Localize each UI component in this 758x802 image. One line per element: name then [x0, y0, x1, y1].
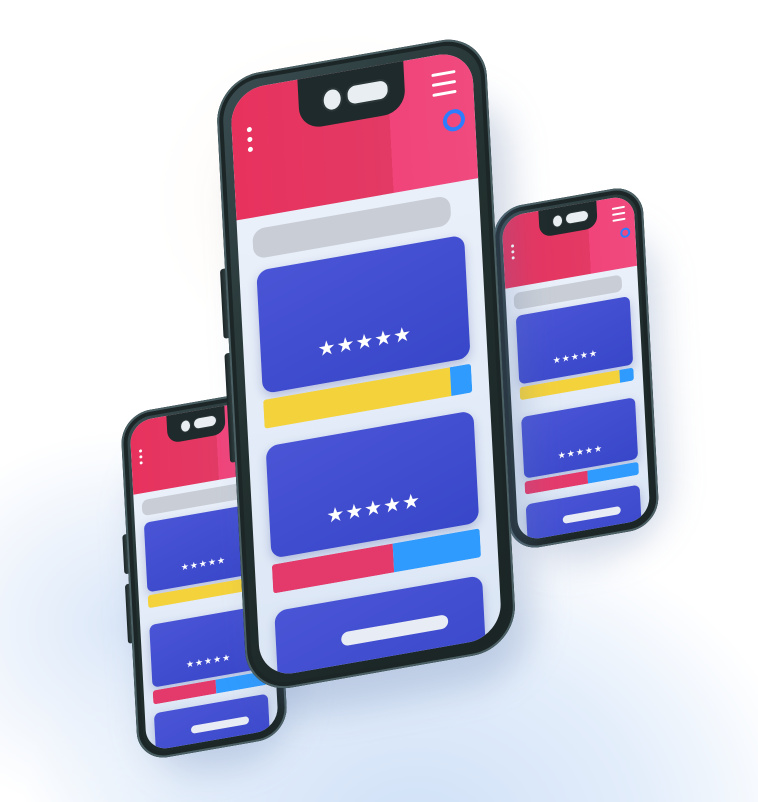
hamburger-icon[interactable]: [431, 70, 457, 104]
speaker-icon: [192, 414, 217, 431]
speaker-icon: [564, 208, 589, 226]
rating-stars: ★★★★★: [325, 487, 422, 529]
search-icon[interactable]: [619, 226, 631, 239]
search-icon[interactable]: [442, 107, 466, 134]
center-phone: ★★★★★ ★★★★★: [215, 32, 537, 722]
camera-icon: [551, 213, 564, 229]
phone-screen: ★★★★★ ★★★★★: [229, 49, 503, 679]
rating-stars: ★★★★★: [552, 348, 599, 367]
hamburger-icon[interactable]: [611, 205, 626, 229]
camera-icon: [179, 418, 192, 434]
menu-dots-icon[interactable]: [138, 449, 146, 470]
speaker-icon: [344, 77, 391, 108]
rating-stars: ★★★★★: [557, 443, 604, 462]
menu-dots-icon[interactable]: [246, 126, 254, 158]
phone-body: ★★★★★ ★★★★★: [215, 32, 518, 696]
camera-icon: [321, 85, 344, 114]
rating-stars: ★★★★★: [316, 321, 413, 362]
